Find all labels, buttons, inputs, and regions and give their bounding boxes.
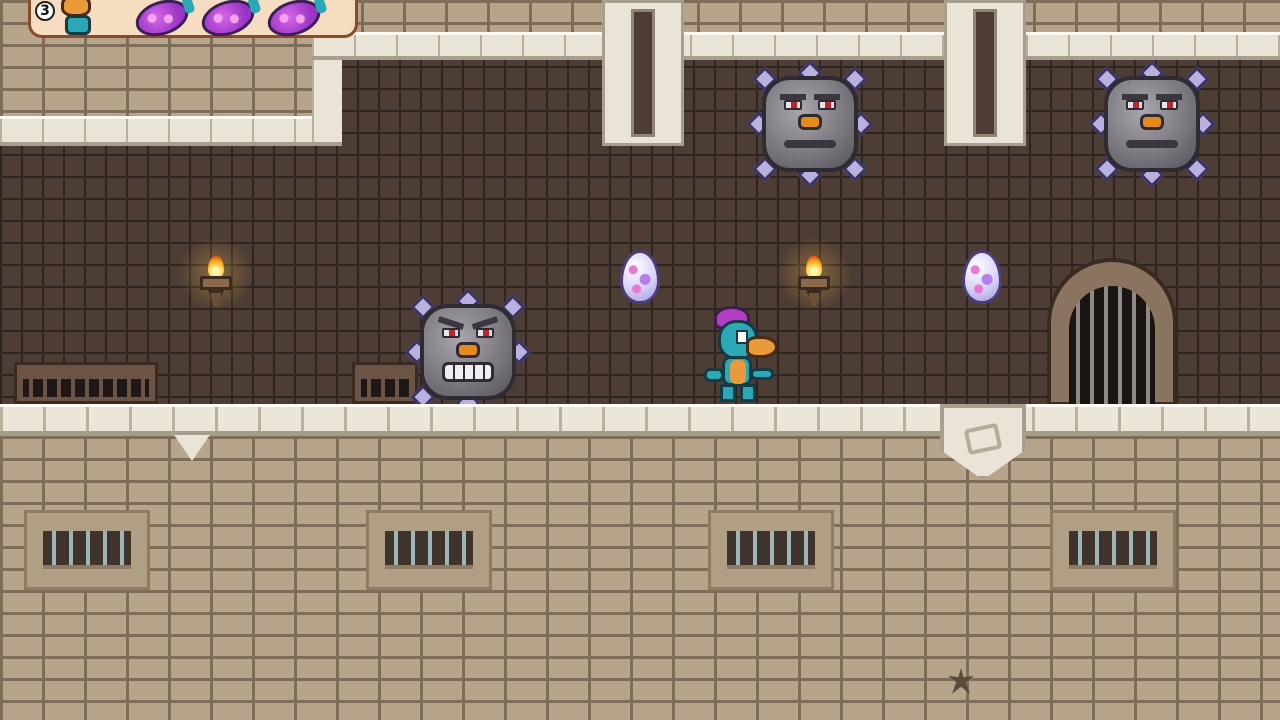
egg-icon — [197, 0, 259, 43]
egg-icon — [131, 0, 193, 43]
ceiling-trim-left — [0, 116, 342, 146]
pillar-1 — [602, 0, 684, 146]
spiked-stone-enemy[interactable] — [746, 60, 874, 188]
barred-window — [708, 510, 834, 590]
portcullis-gate[interactable] — [1047, 258, 1177, 406]
barred-window — [24, 510, 150, 590]
pillar-2 — [944, 0, 1026, 146]
spiked-stone-enemy[interactable] — [1088, 60, 1216, 188]
walkway-floor — [0, 404, 1280, 436]
egg-icon — [263, 0, 325, 43]
barred-window — [1050, 510, 1176, 590]
collectible-egg[interactable] — [962, 250, 1002, 304]
barred-window — [366, 510, 492, 590]
game-scene[interactable]: 3 — [0, 0, 1280, 720]
collectible-egg[interactable] — [620, 250, 660, 304]
torch-icon — [178, 236, 254, 326]
dino-head-icon — [55, 0, 105, 37]
torch-icon — [776, 236, 852, 326]
ceiling-trim-top — [312, 32, 1280, 60]
hud-panel: 3 — [28, 0, 358, 43]
upper-wall-top — [340, 0, 1280, 36]
floor-grate-left — [14, 362, 158, 404]
lives-count: 3 — [35, 1, 55, 21]
spiked-stone-enemy-angry[interactable] — [404, 288, 532, 416]
player-dinosaur[interactable] — [700, 306, 780, 404]
